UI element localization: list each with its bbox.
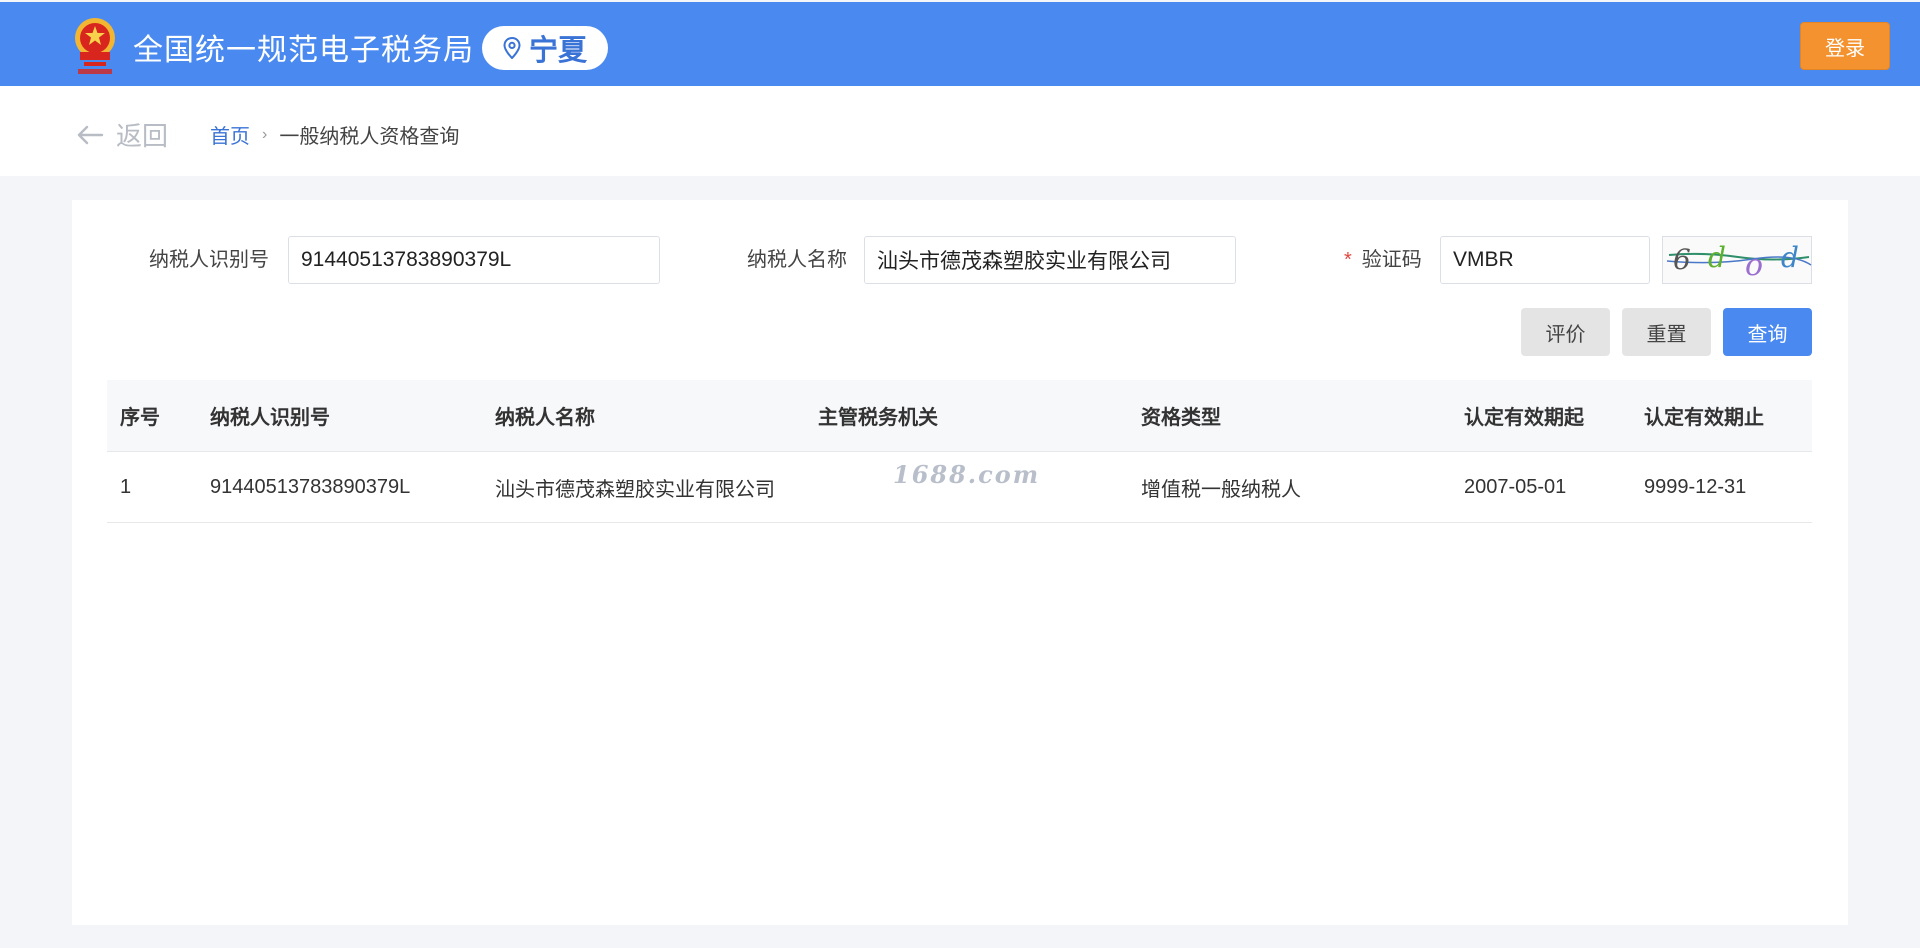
- cell-taxpayer-name: 汕头市德茂森塑胶实业有限公司: [495, 478, 775, 501]
- column-header-taxpayer-name: 纳税人名称: [495, 407, 595, 429]
- taxpayer-name-input[interactable]: [864, 236, 1236, 284]
- site-title: 全国统一规范电子税务局: [133, 34, 474, 67]
- captcha-label: 验证码: [1361, 249, 1422, 271]
- query-button[interactable]: 查询: [1723, 308, 1812, 356]
- evaluate-button[interactable]: 评价: [1521, 308, 1610, 356]
- column-header-taxpayer-id: 纳税人识别号: [210, 407, 330, 429]
- back-button[interactable]: 返回: [76, 116, 168, 153]
- results-table: 序号 纳税人识别号 纳税人名称 主管税务机关 资格类型 认定有效期起 认定有效期…: [107, 380, 1812, 523]
- back-label: 返回: [116, 121, 169, 151]
- national-emblem-icon: [75, 18, 115, 74]
- column-header-index: 序号: [120, 407, 160, 429]
- cell-taxpayer-id: 91440513783890379L: [210, 475, 411, 498]
- captcha-input[interactable]: [1440, 236, 1650, 284]
- breadcrumb-current: 一般纳税人资格查询: [279, 126, 460, 148]
- column-header-qualification-type: 资格类型: [1141, 407, 1221, 429]
- captcha-char: o: [1745, 248, 1763, 283]
- login-button[interactable]: 登录: [1800, 22, 1890, 70]
- cell-valid-to: 9999-12-31: [1644, 475, 1747, 498]
- arrow-left-icon: [77, 125, 104, 144]
- top-header: 全国统一规范电子税务局 宁夏 登录: [0, 0, 1920, 86]
- region-name: 宁夏: [528, 35, 587, 67]
- table-header: 序号 纳税人识别号 纳税人名称 主管税务机关 资格类型 认定有效期起 认定有效期…: [107, 380, 1812, 452]
- captcha-label-group: * 验证码: [1344, 236, 1422, 284]
- breadcrumb-separator: ›: [262, 125, 268, 143]
- cell-qualification-type: 增值税一般纳税人: [1141, 478, 1301, 501]
- column-header-valid-from: 认定有效期起: [1464, 407, 1584, 429]
- taxpayer-id-input[interactable]: [288, 236, 660, 284]
- column-header-valid-to: 认定有效期止: [1644, 407, 1764, 429]
- taxpayer-id-label: 纳税人识别号: [149, 249, 269, 271]
- watermark-text: 1688.com: [893, 460, 1041, 489]
- captcha-char: d: [1708, 241, 1726, 274]
- column-header-tax-authority: 主管税务机关: [818, 407, 938, 429]
- captcha-char: 6: [1673, 243, 1691, 276]
- breadcrumb-bar: 返回 首页 › 一般纳税人资格查询: [0, 86, 1920, 176]
- location-pin-icon: [503, 37, 521, 59]
- cell-valid-from: 2007-05-01: [1464, 475, 1567, 498]
- reset-button[interactable]: 重置: [1622, 308, 1711, 356]
- breadcrumb: 首页 › 一般纳税人资格查询: [210, 120, 459, 149]
- region-selector[interactable]: 宁夏: [482, 26, 608, 70]
- cell-index: 1: [120, 475, 132, 498]
- breadcrumb-home-link[interactable]: 首页: [210, 120, 250, 149]
- required-mark: *: [1344, 249, 1352, 271]
- query-panel: 纳税人识别号 纳税人名称 * 验证码 6 d o d 评价 重置 查询 序号 纳税…: [72, 200, 1848, 925]
- captcha-char: d: [1781, 241, 1799, 274]
- captcha-graphic: 6 d o d: [1666, 241, 1812, 283]
- taxpayer-name-label: 纳税人名称: [747, 249, 847, 271]
- captcha-image[interactable]: 6 d o d: [1662, 236, 1812, 284]
